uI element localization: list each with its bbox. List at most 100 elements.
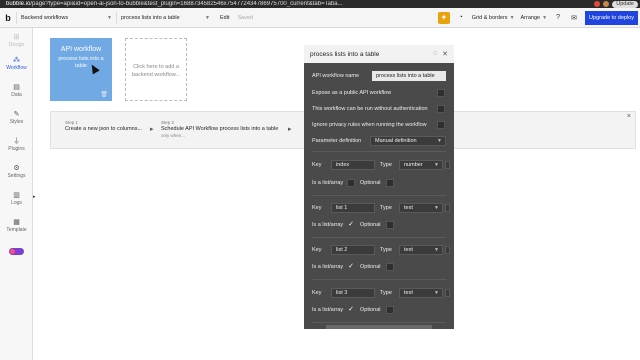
step-condition: only when... bbox=[161, 133, 186, 138]
divider bbox=[312, 237, 446, 238]
param-type-value: text bbox=[404, 205, 413, 211]
arrange-menu[interactable]: Arrange bbox=[521, 15, 541, 21]
sidebar-item-label: Logs bbox=[11, 200, 22, 206]
param-delete-handle[interactable] bbox=[445, 161, 450, 169]
no-auth-checkbox[interactable] bbox=[437, 105, 445, 113]
trash-icon[interactable]: 🗑 bbox=[100, 91, 108, 98]
design-icon: ⊞ bbox=[13, 34, 20, 41]
optional-checkbox[interactable] bbox=[386, 263, 394, 271]
settings-icon: ⚙ bbox=[13, 165, 20, 172]
notifications-icon[interactable]: ✉ bbox=[569, 13, 579, 23]
param-type-value: number bbox=[404, 162, 423, 168]
arrow-right-icon: ▸ bbox=[288, 126, 292, 133]
sidebar-item-label: Workflow bbox=[6, 65, 27, 71]
param-delete-handle[interactable] bbox=[445, 204, 450, 212]
panel-title: process lists into a table bbox=[310, 50, 380, 58]
optional-checkbox[interactable] bbox=[386, 179, 394, 187]
param-key-input[interactable]: list 2 bbox=[331, 245, 375, 255]
param-type-select[interactable]: text ▼ bbox=[399, 203, 443, 213]
close-icon[interactable]: × bbox=[627, 113, 631, 120]
comment-icon[interactable]: ◌ bbox=[433, 50, 437, 58]
lightbulb-icon[interactable]: ◔ bbox=[456, 13, 466, 23]
param-key-label: Key bbox=[312, 247, 322, 253]
param-type-select[interactable]: number ▼ bbox=[399, 160, 443, 170]
sidebar-item-design[interactable]: ⊞ Design bbox=[0, 33, 33, 48]
expose-api-checkbox[interactable] bbox=[437, 89, 445, 97]
plugins-icon: ⏚ bbox=[13, 138, 20, 145]
extension-icon[interactable] bbox=[594, 1, 601, 7]
param-key-label: Key bbox=[312, 205, 322, 211]
sidebar-item-data[interactable]: ▤ Data bbox=[0, 83, 33, 98]
parameter-definition-label: Parameter definition bbox=[312, 138, 362, 144]
step-card[interactable]: Step 1 Create a new json to columns... bbox=[65, 120, 142, 132]
is-list-label: Is a list/array bbox=[312, 180, 344, 186]
collapse-arrow-icon[interactable]: ▸ bbox=[33, 194, 36, 200]
is-list-checkbox-checked[interactable]: ✓ bbox=[347, 306, 355, 314]
param-key-input[interactable]: index bbox=[331, 160, 375, 170]
is-list-label: Is a list/array bbox=[312, 222, 344, 228]
sidebar-item-logs[interactable]: ▥ Logs bbox=[0, 191, 33, 206]
styles-icon: ✎ bbox=[13, 111, 20, 118]
api-workflow-card[interactable]: API workflow process lists into a table … bbox=[50, 38, 112, 101]
upgrade-button[interactable]: Upgrade to deploy bbox=[585, 10, 638, 25]
sidebar-item-label: Settings bbox=[7, 173, 26, 179]
divider bbox=[312, 322, 446, 323]
step-card[interactable]: Step 2 Schedule API Workflow process lis… bbox=[161, 120, 278, 138]
optional-label: Optional bbox=[360, 264, 381, 270]
sidebar-item-workflow[interactable]: ⁂ Workflow bbox=[0, 56, 33, 71]
logs-icon: ▥ bbox=[13, 192, 20, 199]
sidebar-item-settings[interactable]: ⚙ Settings bbox=[0, 164, 33, 179]
bubble-logo[interactable]: b bbox=[0, 8, 16, 28]
chevron-down-icon: ▼ bbox=[205, 14, 210, 21]
sidebar-item-label: Styles bbox=[9, 119, 24, 125]
url-text[interactable]: bubble.io/page?type=api&id=open-ai-json-… bbox=[6, 1, 566, 7]
sidebar-item-template[interactable]: ▦ Template bbox=[0, 218, 33, 233]
close-icon[interactable]: ✕ bbox=[442, 50, 448, 58]
add-backend-workflow-text: Click here to add a backend workflow... bbox=[132, 64, 180, 78]
chevron-down-icon: ▼ bbox=[437, 138, 442, 144]
add-backend-workflow-card[interactable]: Click here to add a backend workflow... bbox=[125, 38, 187, 101]
save-status: Saved bbox=[237, 14, 254, 21]
param-key-input[interactable]: list 1 bbox=[331, 203, 375, 213]
param-type-select[interactable]: text ▼ bbox=[399, 245, 443, 255]
edit-menu[interactable]: Edit bbox=[220, 15, 229, 21]
is-list-checkbox-checked[interactable]: ✓ bbox=[347, 263, 355, 271]
left-sidebar: ⊞ Design ⁂ Workflow ▤ Data ✎ Styles ⏚ Pl… bbox=[0, 28, 33, 360]
param-delete-handle[interactable] bbox=[445, 289, 450, 297]
data-icon: ▤ bbox=[13, 84, 20, 91]
optional-checkbox[interactable] bbox=[386, 306, 394, 314]
workflow-select[interactable]: process lists into a table ▼ bbox=[116, 11, 214, 24]
template-icon: ▦ bbox=[13, 219, 20, 226]
param-type-select[interactable]: text ▼ bbox=[399, 288, 443, 298]
is-list-checkbox-checked[interactable]: ✓ bbox=[347, 221, 355, 229]
step-number: Step 1 bbox=[65, 120, 79, 125]
chevron-down-icon: ▼ bbox=[542, 14, 548, 21]
param-key-input[interactable]: list 3 bbox=[331, 288, 375, 298]
browser-update-button[interactable]: Update bbox=[612, 0, 638, 8]
chevron-down-icon: ▼ bbox=[434, 247, 439, 253]
workflow-property-panel: process lists into a table ◌ ✕ API workf… bbox=[304, 45, 454, 329]
sidebar-item-styles[interactable]: ✎ Styles bbox=[0, 110, 33, 125]
browser-extensions: Update bbox=[594, 0, 638, 8]
chevron-down-icon: ▼ bbox=[107, 14, 112, 21]
grid-borders-menu[interactable]: Grid & borders bbox=[472, 15, 508, 21]
param-delete-handle[interactable] bbox=[445, 246, 450, 254]
gift-icon[interactable]: ✦ bbox=[437, 11, 450, 24]
theme-toggle[interactable] bbox=[9, 248, 24, 255]
chevron-down-icon: ▼ bbox=[434, 162, 439, 168]
optional-checkbox[interactable] bbox=[386, 221, 394, 229]
workflow-name-input[interactable]: process lists into a table bbox=[372, 71, 446, 81]
help-icon[interactable]: ? bbox=[553, 13, 563, 23]
add-parameter-button[interactable] bbox=[326, 325, 432, 329]
page-select-value: Backend workflows bbox=[21, 14, 69, 21]
parameter-definition-select[interactable]: Manual definition ▼ bbox=[370, 136, 446, 146]
expose-api-label: Expose as a public API workflow bbox=[312, 90, 392, 96]
url-domain: bubble.io bbox=[6, 1, 31, 7]
is-list-checkbox[interactable] bbox=[347, 179, 355, 187]
chevron-down-icon: ▼ bbox=[434, 290, 439, 296]
sidebar-item-label: Data bbox=[11, 92, 22, 98]
sidebar-item-plugins[interactable]: ⏚ Plugins bbox=[0, 137, 33, 152]
profile-avatar[interactable] bbox=[603, 1, 610, 7]
ignore-privacy-checkbox[interactable] bbox=[437, 121, 445, 129]
page-select[interactable]: Backend workflows ▼ bbox=[16, 11, 116, 24]
